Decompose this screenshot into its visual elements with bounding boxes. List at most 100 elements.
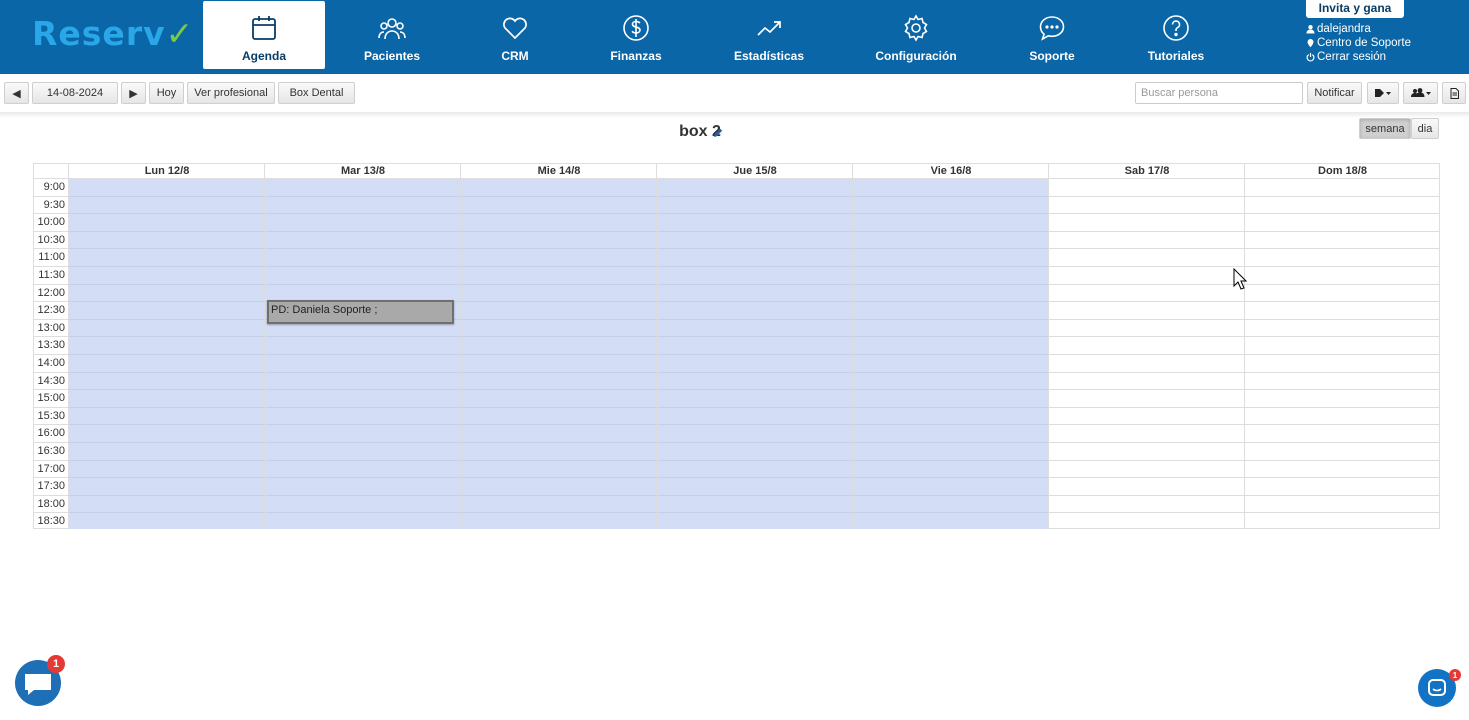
chat-widget-button[interactable]: 1 — [15, 655, 65, 706]
slot-row-divider — [68, 213, 1048, 214]
nav-crm-label: CRM — [501, 49, 529, 63]
time-label: 16:00 — [37, 427, 65, 440]
slot-row-divider — [68, 372, 1048, 373]
slot-row-divider — [68, 512, 1048, 513]
nav-soporte[interactable]: Soporte — [991, 1, 1113, 69]
export-document-button[interactable] — [1442, 82, 1466, 104]
reservo-logo[interactable]: Reserv✓ — [32, 14, 194, 54]
time-label: 13:00 — [37, 321, 65, 334]
week-view-button[interactable]: semana — [1359, 118, 1411, 139]
username-link[interactable]: dalejandra — [1306, 22, 1411, 36]
slot-row-divider — [68, 336, 1048, 337]
power-icon — [1306, 52, 1315, 62]
tags-dropdown-button[interactable] — [1367, 82, 1399, 104]
day-header-sun: Dom 18/8 — [1244, 164, 1440, 178]
time-label: 17:00 — [37, 462, 65, 475]
time-label: 18:00 — [37, 497, 65, 510]
time-label: 16:30 — [37, 445, 65, 457]
view-professional-button[interactable]: Ver profesional — [187, 82, 275, 104]
calendar-toolbar: ◀ 14-08-2024 ▶ Hoy Ver profesional Box D… — [0, 82, 1469, 106]
box-dental-button[interactable]: Box Dental — [278, 82, 355, 104]
slot-row-divider — [68, 389, 1048, 390]
time-label: 9:00 — [43, 181, 65, 193]
support-center-link[interactable]: Centro de Soporte — [1306, 36, 1411, 50]
pencil-icon[interactable] — [712, 127, 724, 139]
time-label: 11:30 — [38, 269, 65, 281]
time-label: 11:00 — [38, 251, 65, 264]
next-week-button[interactable]: ▶ — [121, 82, 146, 104]
nav-soporte-label: Soporte — [1029, 49, 1075, 63]
notify-button[interactable]: Notificar — [1307, 82, 1362, 104]
time-label: 9:30 — [43, 198, 65, 211]
slot-row-divider — [68, 460, 1048, 461]
slot-row-divider — [68, 407, 1048, 408]
mouse-cursor-icon — [1233, 268, 1247, 290]
support-notification-badge: 1 — [1449, 669, 1461, 681]
slot-row-divider — [68, 266, 1048, 267]
slot-row-divider — [68, 442, 1048, 443]
nav-estadisticas-label: Estadísticas — [733, 49, 805, 63]
time-label: 14:30 — [37, 374, 65, 387]
time-label: 18:30 — [37, 515, 65, 528]
nav-tutoriales-label: Tutoriales — [1147, 49, 1205, 63]
trend-chart-icon — [757, 21, 781, 36]
slot-row-divider — [68, 196, 1048, 197]
day-column-divider — [1048, 164, 1049, 528]
chat-bubble-icon — [1039, 16, 1065, 41]
time-label: 15:00 — [37, 392, 65, 405]
date-picker[interactable]: 14-08-2024 — [32, 82, 118, 104]
support-chat-button[interactable]: 1 — [1418, 669, 1461, 707]
today-button[interactable]: Hoy — [149, 82, 184, 104]
gear-icon — [904, 14, 928, 42]
slot-row-divider — [68, 231, 1048, 232]
time-label: 10:30 — [37, 233, 65, 246]
time-label: 17:30 — [37, 480, 65, 493]
nav-crm[interactable]: CRM — [454, 1, 576, 69]
day-header-sat: Sab 17/8 — [1048, 164, 1245, 178]
slot-row-divider — [68, 248, 1048, 249]
chat-notification-badge: 1 — [47, 655, 65, 673]
appointment-event[interactable]: PD: Daniela Soporte ; — [267, 300, 454, 324]
prev-week-button[interactable]: ◀ — [4, 82, 29, 104]
tag-dropdown-icon — [1375, 89, 1391, 97]
day-column-divider — [68, 164, 69, 528]
nav-tutoriales[interactable]: Tutoriales — [1115, 1, 1237, 69]
day-column-divider — [1244, 164, 1245, 528]
nav-agenda[interactable]: Agenda — [203, 1, 325, 69]
time-label: 13:30 — [37, 339, 65, 352]
day-view-button[interactable]: dia — [1411, 118, 1439, 139]
slot-row-divider — [68, 284, 1048, 285]
day-column-divider — [264, 164, 265, 528]
nav-pacientes[interactable]: Pacientes — [331, 1, 453, 69]
users-dropdown-button[interactable] — [1403, 82, 1438, 104]
logout-text: Cerrar sesión — [1317, 51, 1387, 63]
nav-finanzas[interactable]: Finanzas — [575, 1, 697, 69]
invite-button[interactable]: Invita y gana — [1306, 0, 1404, 18]
map-marker-icon — [1307, 38, 1314, 48]
day-header-mon: Lun 12/8 — [68, 164, 265, 178]
day-column-divider — [460, 164, 461, 528]
time-label: 12:00 — [37, 286, 65, 299]
dollar-icon — [623, 15, 649, 41]
day-column-divider — [852, 164, 853, 528]
nav-agenda-label: Agenda — [241, 49, 286, 63]
logout-link[interactable]: Cerrar sesión — [1306, 50, 1411, 64]
slot-row-divider — [68, 319, 1048, 320]
username-text: dalejandra — [1317, 23, 1371, 35]
day-column-divider — [656, 164, 657, 528]
calendar-icon — [252, 16, 276, 40]
time-label: 10:00 — [37, 216, 65, 229]
slot-row-divider — [68, 424, 1048, 425]
search-person-input[interactable] — [1135, 82, 1303, 104]
support-center-text: Centro de Soporte — [1317, 37, 1411, 49]
heart-icon — [503, 17, 527, 40]
nav-configuracion[interactable]: Configuración — [855, 1, 977, 69]
nav-configuracion-label: Configuración — [875, 49, 957, 63]
nav-estadisticas[interactable]: Estadísticas — [708, 1, 830, 69]
day-header-tue: Mar 13/8 — [264, 164, 461, 178]
header-divider — [34, 178, 1439, 179]
group-dropdown-icon — [1410, 88, 1431, 97]
nav-pacientes-label: Pacientes — [363, 49, 421, 63]
time-label: 14:00 — [37, 357, 65, 369]
user-icon — [1306, 25, 1315, 34]
